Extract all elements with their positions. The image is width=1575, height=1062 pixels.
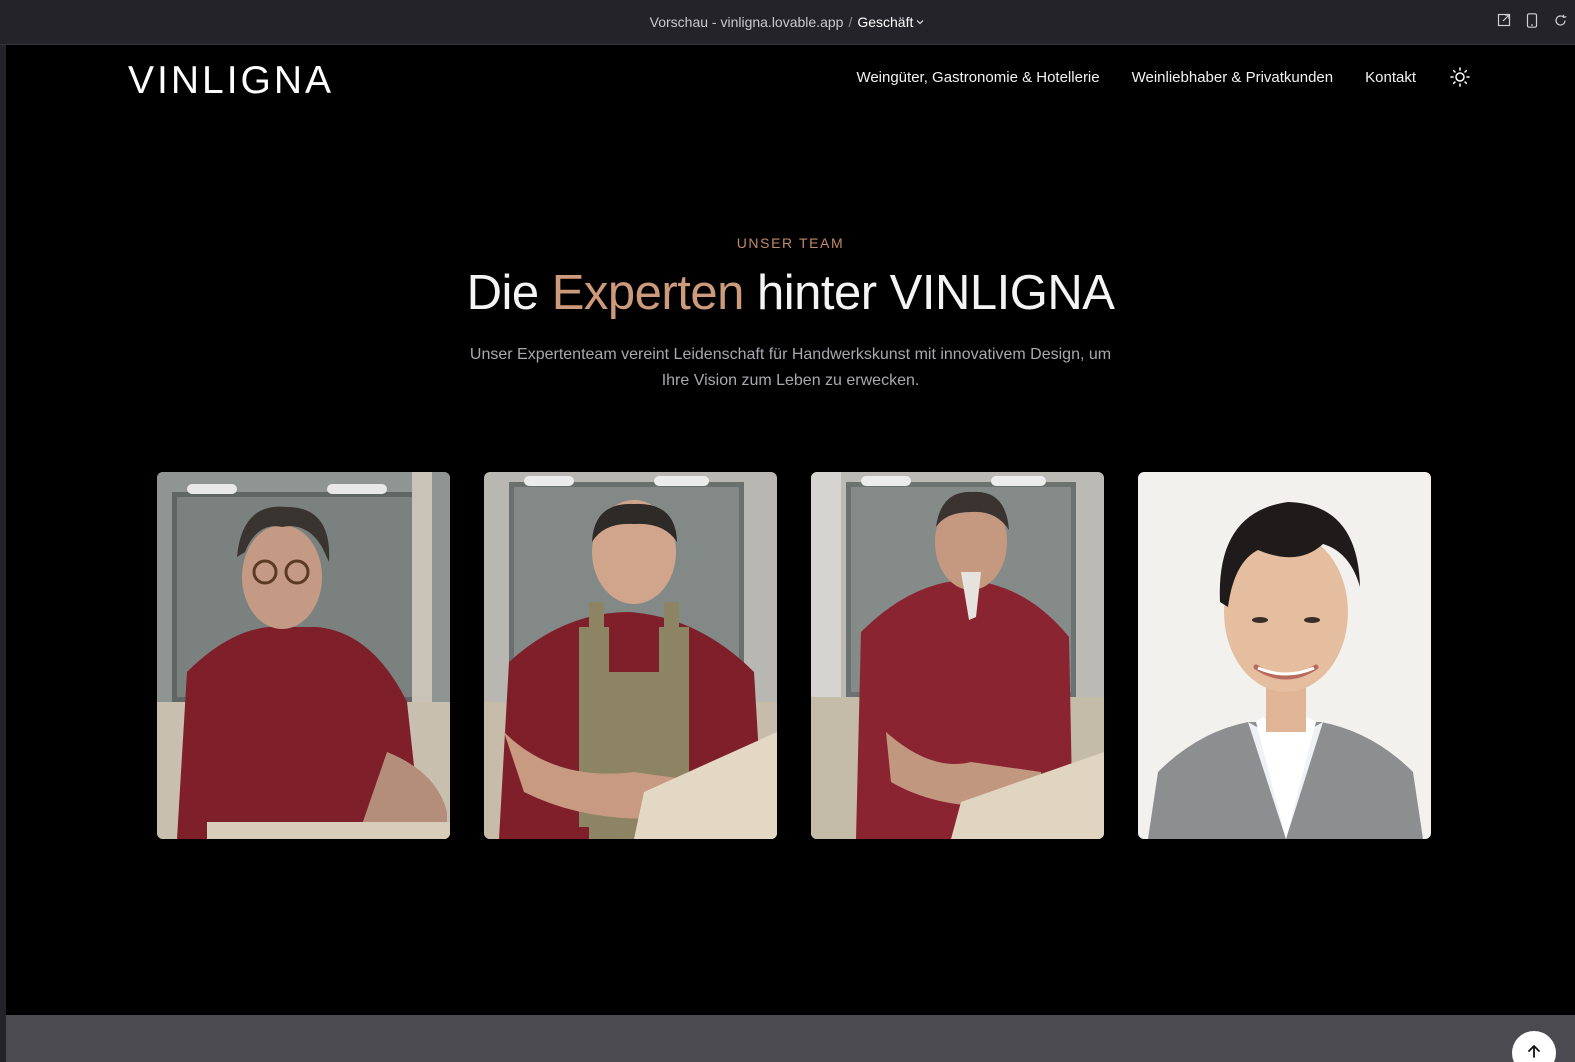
section-headline: Die Experten hinter VINLIGNA [6, 265, 1575, 321]
arrow-up-icon [1528, 1045, 1540, 1058]
footer-band [6, 1015, 1575, 1062]
sun-icon[interactable] [1450, 67, 1470, 87]
headline-prefix: Die [466, 266, 540, 320]
headline-suffix: hinter VINLIGNA [756, 266, 1115, 320]
team-photo-2 [484, 472, 777, 839]
project-name: Geschäft [857, 14, 914, 30]
chevron-down-icon [916, 20, 924, 25]
team-photo-1 [157, 472, 450, 839]
project-dropdown[interactable]: Geschäft [857, 14, 925, 30]
reload-icon[interactable] [1551, 11, 1569, 29]
site-viewport: VINLIGNA Weingüter, Gastronomie & Hotell… [6, 45, 1575, 1062]
preview-separator: / [848, 14, 853, 30]
nav-link-contact[interactable]: Kontakt [1365, 69, 1416, 86]
nav-link-business[interactable]: Weingüter, Gastronomie & Hotellerie [856, 69, 1099, 86]
team-card[interactable] [157, 472, 450, 839]
site-header: VINLIGNA Weingüter, Gastronomie & Hotell… [6, 45, 1575, 109]
preview-title: Vorschau - vinligna.lovable.app / Geschä… [650, 14, 926, 30]
team-photo-4 [1138, 472, 1431, 839]
section-lead: Unser Expertenteam vereint Leidenschaft … [6, 342, 1575, 394]
team-card[interactable] [1138, 472, 1431, 839]
nav-link-private[interactable]: Weinliebhaber & Privatkunden [1132, 69, 1334, 86]
team-card[interactable] [484, 472, 777, 839]
site-logo[interactable]: VINLIGNA [128, 59, 334, 103]
section-eyebrow: UNSER TEAM [736, 235, 845, 251]
team-photo-3 [811, 472, 1104, 839]
team-grid [157, 472, 1431, 839]
preview-toolbar: Vorschau - vinligna.lovable.app / Geschä… [0, 0, 1575, 45]
lead-line-1: Unser Expertenteam vereint Leidenschaft … [469, 346, 1112, 363]
main-nav: Weingüter, Gastronomie & Hotellerie Wein… [824, 67, 1470, 87]
lead-line-2: Ihre Vision zum Leben zu erwecken. [661, 372, 920, 389]
preview-url: Vorschau - vinligna.lovable.app [649, 14, 844, 30]
open-external-icon[interactable] [1495, 11, 1513, 29]
mobile-preview-icon[interactable] [1523, 11, 1541, 29]
team-card[interactable] [811, 472, 1104, 839]
headline-accent: Experten [551, 266, 745, 320]
